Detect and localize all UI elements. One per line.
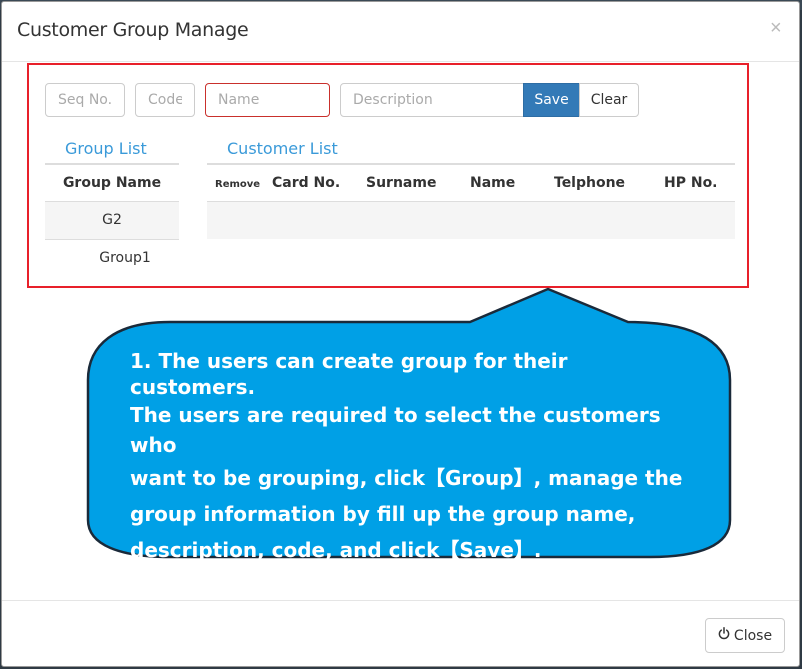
callout-line-2: The users are required to select the cus… <box>130 403 661 457</box>
callout-text: 1. The users can create group for their … <box>130 348 690 568</box>
callout-line-5: description, code, and click【Save】. <box>130 538 542 562</box>
callout-line-1: 1. The users can create group for their … <box>130 349 568 399</box>
callout-bubble <box>86 287 732 559</box>
callout-line-3: want to be grouping, click【Group】, manag… <box>130 466 683 490</box>
callout-line-4: group information by fill up the group n… <box>130 502 636 526</box>
